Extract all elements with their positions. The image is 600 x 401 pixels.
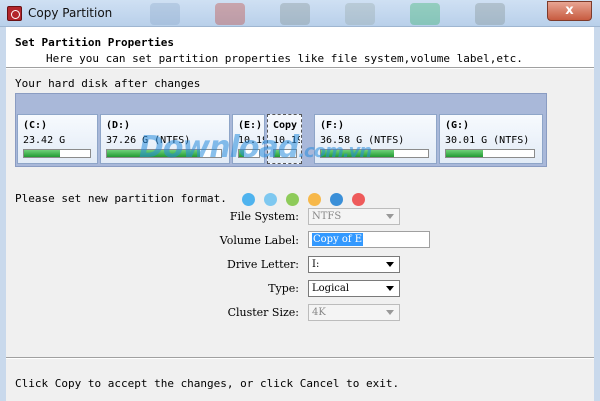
cluster-size-value: 4K xyxy=(312,307,326,318)
type-value: Logical xyxy=(312,283,350,294)
header-subtitle: Here you can set partition properties li… xyxy=(46,52,523,65)
header-panel: Set Partition Properties Here you can se… xyxy=(6,27,594,67)
toolbar-ghost-icon xyxy=(475,3,505,25)
watermark-tld: .com.vn xyxy=(298,141,372,162)
cluster-size-select: 4K xyxy=(308,304,400,321)
chevron-down-icon xyxy=(386,310,394,315)
header-title: Set Partition Properties xyxy=(15,36,174,49)
file-system-label: File System: xyxy=(229,210,299,223)
file-system-select: NTFS xyxy=(308,208,400,225)
toolbar-ghost-icon xyxy=(345,3,375,25)
drive-letter-label: Drive Letter: xyxy=(227,258,299,271)
window-title: Copy Partition xyxy=(28,6,113,20)
watermark-main: Download xyxy=(139,130,299,165)
toolbar-ghost-icon xyxy=(280,3,310,25)
toolbar-ghost-icon xyxy=(150,3,180,25)
partition-size: 30.01 G (NTFS) xyxy=(445,135,530,146)
title-bar: Copy Partition x xyxy=(0,0,600,27)
watermark-logo: Download.com.vn xyxy=(139,130,372,165)
volume-label-value: Copy of E xyxy=(312,233,364,246)
dot-icon xyxy=(352,193,365,206)
type-select[interactable]: Logical xyxy=(308,280,400,297)
dialog-content: Set Partition Properties Here you can se… xyxy=(6,27,594,401)
dot-icon xyxy=(330,193,343,206)
dot-icon xyxy=(264,193,277,206)
volume-label-input[interactable]: Copy of E xyxy=(308,231,430,248)
window-border-right xyxy=(594,27,600,401)
partition-label: (D:) xyxy=(106,120,131,131)
drive-letter-select[interactable]: I: xyxy=(308,256,400,273)
drive-letter-value: I: xyxy=(312,259,320,270)
usage-bar xyxy=(445,149,535,158)
toolbar-ghost-icon xyxy=(215,3,245,25)
dot-icon xyxy=(286,193,299,206)
toolbar-ghost-icon xyxy=(410,3,440,25)
dot-icon xyxy=(308,193,321,206)
disk-caption: Your hard disk after changes xyxy=(15,77,201,90)
partition-label: (C:) xyxy=(23,120,48,131)
partition-label: (G:) xyxy=(445,120,470,131)
type-label: Type: xyxy=(268,282,299,295)
close-button[interactable]: x xyxy=(547,1,592,21)
usage-fill xyxy=(24,150,61,157)
cluster-size-label: Cluster Size: xyxy=(227,306,299,319)
chevron-down-icon xyxy=(386,262,394,267)
format-prompt: Please set new partition format. xyxy=(15,192,227,205)
volume-label-label: Volume Label: xyxy=(219,234,299,247)
partition-g[interactable]: (G:) 30.01 G (NTFS) xyxy=(439,114,543,164)
file-system-value: NTFS xyxy=(312,211,342,222)
footer-hint: Click Copy to accept the changes, or cli… xyxy=(15,377,400,390)
header-divider xyxy=(6,67,594,69)
chevron-down-icon xyxy=(386,286,394,291)
partition-c[interactable]: (C:) 23.42 G xyxy=(17,114,98,164)
partition-size: 23.42 G xyxy=(23,135,66,146)
footer-divider xyxy=(6,357,594,359)
chevron-down-icon xyxy=(386,214,394,219)
usage-bar xyxy=(23,149,91,158)
app-icon xyxy=(7,6,22,21)
usage-fill xyxy=(446,150,483,157)
dot-icon xyxy=(242,193,255,206)
